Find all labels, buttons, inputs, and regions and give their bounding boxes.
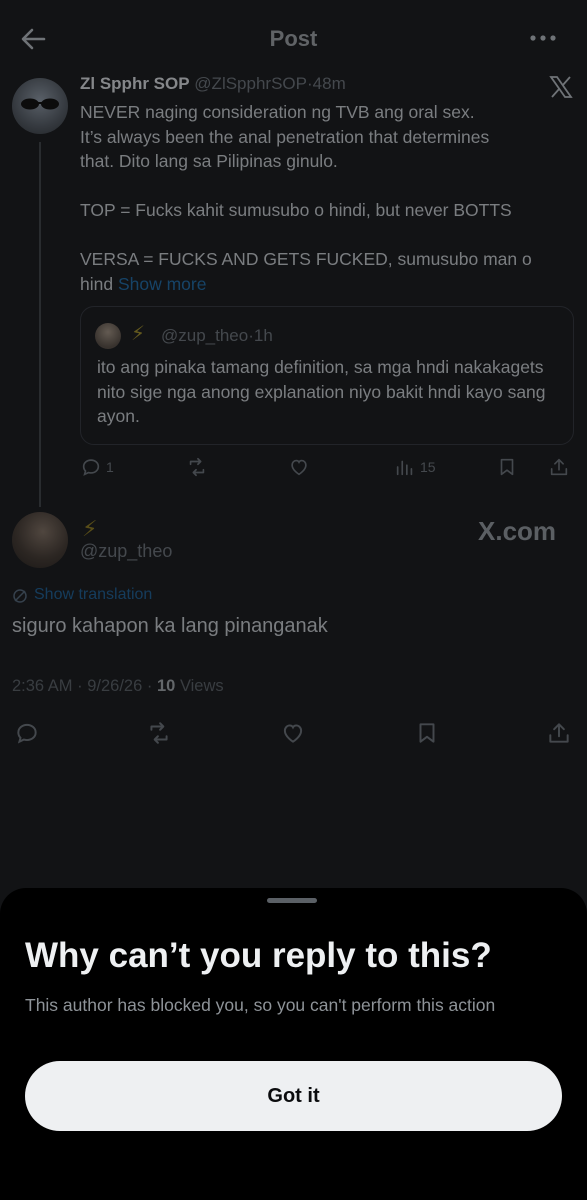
post-page: Post Zl Spphr SOP @ZlSpphrSOP·48m NEVER …	[0, 0, 587, 1200]
drag-handle[interactable]	[267, 898, 317, 903]
bottom-sheet: Why can’t you reply to this? This author…	[0, 888, 587, 1200]
sheet-title: Why can’t you reply to this?	[25, 936, 492, 975]
sheet-description: This author has blocked you, so you can'…	[25, 995, 496, 1015]
got-it-button[interactable]: Got it	[25, 1061, 562, 1131]
